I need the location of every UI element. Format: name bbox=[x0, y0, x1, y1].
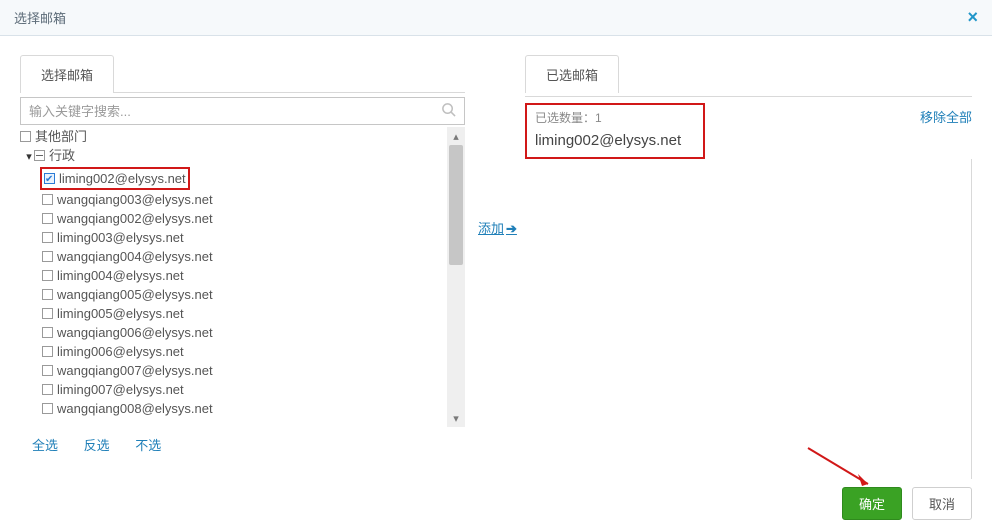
checkbox[interactable] bbox=[42, 327, 53, 338]
add-button[interactable]: 添加➔ bbox=[478, 218, 517, 237]
caret-down-icon[interactable]: ▾ bbox=[24, 148, 34, 167]
close-icon[interactable]: × bbox=[967, 8, 978, 26]
scroll-up-icon[interactable]: ▴ bbox=[447, 127, 465, 145]
select-none-link[interactable]: 不选 bbox=[135, 438, 161, 453]
checkbox[interactable] bbox=[44, 173, 55, 184]
checkbox[interactable] bbox=[42, 346, 53, 357]
modal-title: 选择邮箱 bbox=[14, 8, 66, 27]
tab-selected-email[interactable]: 已选邮箱 bbox=[525, 55, 619, 93]
tree-email-item[interactable]: wangqiang007@elysys.net bbox=[57, 363, 213, 378]
checkbox[interactable] bbox=[20, 131, 31, 142]
invert-selection-link[interactable]: 反选 bbox=[84, 438, 110, 453]
remove-all-link[interactable]: 移除全部 bbox=[920, 103, 972, 126]
checkbox[interactable] bbox=[42, 270, 53, 281]
scroll-down-icon[interactable]: ▾ bbox=[447, 409, 465, 427]
tree-email-item[interactable]: liming005@elysys.net bbox=[57, 306, 184, 321]
highlight-box: liming002@elysys.net bbox=[40, 167, 190, 190]
email-tree: 其他部门▾ 行政 liming002@elysys.net wangqiang003@… bbox=[20, 127, 447, 427]
search-box bbox=[20, 97, 465, 125]
tree-email-item[interactable]: wangqiang006@elysys.net bbox=[57, 325, 213, 340]
tree-email-item[interactable]: wangqiang008@elysys.net bbox=[57, 401, 213, 416]
checkbox[interactable] bbox=[42, 308, 53, 319]
tree-email-item[interactable]: liming003@elysys.net bbox=[57, 230, 184, 245]
search-input[interactable] bbox=[29, 104, 441, 119]
right-panel: 已选邮箱 已选数量：1 liming002@elysys.net 移除全部 bbox=[525, 54, 972, 476]
selected-count: 已选数量：1 bbox=[535, 109, 693, 126]
tree-email-item[interactable]: wangqiang005@elysys.net bbox=[57, 287, 213, 302]
search-icon[interactable] bbox=[441, 102, 456, 121]
selection-actions: 全选 反选 不选 bbox=[20, 435, 465, 454]
scroll-thumb[interactable] bbox=[449, 145, 463, 265]
tree-email-item[interactable]: liming004@elysys.net bbox=[57, 268, 184, 283]
checkbox[interactable] bbox=[42, 251, 53, 262]
tree-node-other-dept[interactable]: 其他部门 bbox=[35, 129, 87, 144]
arrow-right-icon: ➔ bbox=[506, 221, 517, 236]
checkbox[interactable] bbox=[42, 213, 53, 224]
checkbox[interactable] bbox=[42, 289, 53, 300]
tree-node-admin[interactable]: 行政 bbox=[49, 148, 75, 163]
tree-email-item[interactable]: wangqiang002@elysys.net bbox=[57, 211, 213, 226]
titlebar: 选择邮箱 × bbox=[0, 0, 992, 36]
checkbox[interactable] bbox=[42, 403, 53, 414]
cancel-button[interactable]: 取消 bbox=[912, 487, 972, 520]
checkbox[interactable] bbox=[42, 365, 53, 376]
footer-buttons: 确定 取消 bbox=[842, 487, 972, 520]
add-label: 添加 bbox=[478, 221, 504, 236]
tree-email-item[interactable]: wangqiang003@elysys.net bbox=[57, 192, 213, 207]
ok-button[interactable]: 确定 bbox=[842, 487, 902, 520]
select-all-link[interactable]: 全选 bbox=[32, 438, 58, 453]
tab-select-email[interactable]: 选择邮箱 bbox=[20, 55, 114, 93]
selected-list-area bbox=[525, 159, 972, 479]
select-email-modal: 选择邮箱 × 选择邮箱 其他部门▾行政liming002@elysys.netw… bbox=[0, 0, 992, 526]
tree-email-item[interactable]: liming007@elysys.net bbox=[57, 382, 184, 397]
checkbox[interactable] bbox=[42, 194, 53, 205]
checkbox[interactable] bbox=[34, 150, 45, 161]
tree-scrollbar[interactable]: ▴ ▾ bbox=[447, 127, 465, 427]
selected-highlight-box: 已选数量：1 liming002@elysys.net bbox=[525, 103, 705, 159]
left-panel: 选择邮箱 其他部门▾行政liming002@elysys.netwangqian… bbox=[20, 54, 465, 476]
checkbox[interactable] bbox=[42, 232, 53, 243]
tree-email-item[interactable]: wangqiang004@elysys.net bbox=[57, 249, 213, 264]
tree-email-item[interactable]: liming006@elysys.net bbox=[57, 344, 184, 359]
tree-container: 其他部门▾行政liming002@elysys.netwangqiang003@… bbox=[20, 127, 465, 427]
modal-body: 选择邮箱 其他部门▾行政liming002@elysys.netwangqian… bbox=[0, 36, 992, 476]
selected-item[interactable]: liming002@elysys.net bbox=[535, 132, 693, 149]
checkbox[interactable] bbox=[42, 384, 53, 395]
tree-email-item[interactable]: liming002@elysys.net bbox=[59, 171, 186, 186]
